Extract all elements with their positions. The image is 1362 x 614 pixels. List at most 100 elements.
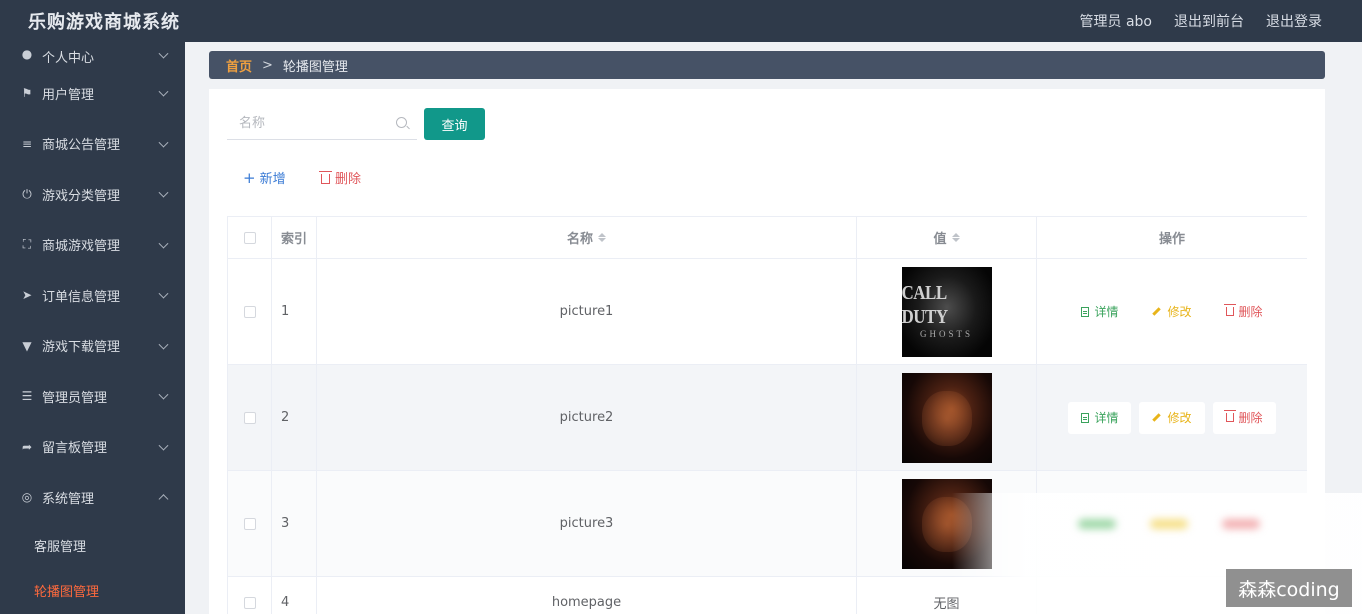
chevron-down-icon: [158, 238, 169, 249]
sidebar-item-label: 系统管理: [42, 491, 95, 507]
sidebar-item-user-management[interactable]: ⚑ 用户管理: [0, 68, 185, 119]
row-checkbox[interactable]: [243, 411, 256, 424]
table-header-row: 索引 名称 值 操作: [227, 217, 1307, 259]
sidebar-subitem-customer-service[interactable]: 客服管理: [0, 523, 185, 568]
query-button[interactable]: 查询: [424, 108, 485, 140]
chevron-down-icon: [158, 86, 169, 97]
row-name: picture1: [317, 259, 857, 364]
sidebar-item-notice-management[interactable]: ≡ 商城公告管理: [0, 119, 185, 170]
microphone-icon: ◎: [21, 490, 33, 505]
chevron-down-icon: [158, 187, 169, 198]
exit-to-front-link[interactable]: 退出到前台: [1174, 11, 1244, 31]
table-row: 2 picture2 详情 修改 删除: [227, 365, 1307, 471]
flag-icon: ⚑: [21, 86, 33, 101]
row-checkbox[interactable]: [243, 517, 256, 530]
detail-label: 详情: [1094, 411, 1119, 425]
chevron-up-icon: [158, 494, 169, 505]
breadcrumb-current: 轮播图管理: [282, 59, 348, 75]
header-index: 索引: [272, 217, 317, 258]
image-logo-subtext: GHOSTS: [919, 328, 973, 339]
trash-icon: [1223, 410, 1236, 422]
search-icon: [396, 117, 407, 128]
search-input[interactable]: [227, 107, 387, 139]
add-button[interactable]: + 新增: [243, 168, 286, 187]
sidebar-item-label: 游戏分类管理: [42, 188, 121, 204]
batch-delete-button[interactable]: 删除: [319, 168, 362, 187]
add-label: 新增: [259, 172, 286, 187]
detail-label: 详情: [1094, 305, 1119, 319]
sidebar-item-label: 商城游戏管理: [42, 239, 121, 255]
sidebar-item-order-management[interactable]: ➤ 订单信息管理: [0, 270, 185, 321]
delete-label: 删除: [1238, 411, 1263, 425]
breadcrumb: 首页 > 轮播图管理: [209, 51, 1325, 79]
pencil-icon: [1152, 307, 1162, 316]
sidebar-item-game-management[interactable]: ⛶ 商城游戏管理: [0, 220, 185, 271]
sidebar-item-admin-management[interactable]: ☰ 管理员管理: [0, 371, 185, 422]
detail-button[interactable]: 详情: [1068, 296, 1131, 328]
header-actions: 管理员 abo 退出到前台 退出登录: [1080, 11, 1362, 31]
chevron-down-icon: [158, 288, 169, 299]
header-actions: 操作: [1158, 232, 1185, 247]
header-value[interactable]: 值: [857, 217, 1037, 258]
sidebar-item-label: 个人中心: [42, 51, 95, 66]
edit-label: 修改: [1167, 411, 1192, 425]
menu-icon: ☰: [21, 389, 33, 404]
sidebar-subitem-carousel[interactable]: 轮播图管理: [0, 568, 185, 613]
pencil-icon: [1152, 413, 1162, 422]
sidebar: ● 个人中心 ⚑ 用户管理 ≡ 商城公告管理 ⏻ 游戏分类管理 ⛶ 商城游戏管理…: [0, 42, 185, 614]
sort-icon: [598, 233, 606, 242]
download-icon: ▼: [22, 338, 32, 353]
row-index: 1: [272, 259, 317, 364]
row-index: 3: [272, 471, 317, 576]
breadcrumb-home-link[interactable]: 首页: [226, 56, 252, 75]
delete-button[interactable]: 删除: [1212, 401, 1276, 434]
row-name: picture3: [317, 471, 857, 576]
table-row: 1 picture1 CALL DUTY GHOSTS 详情 修改 删除: [227, 259, 1307, 365]
blurred-edit-button: [1150, 519, 1188, 529]
sidebar-item-label: 订单信息管理: [42, 289, 121, 305]
chevron-down-icon: [158, 440, 169, 451]
chevron-down-icon: [158, 48, 169, 59]
delete-label: 删除: [335, 172, 362, 187]
fire-artwork-image: [901, 372, 992, 463]
power-icon: ⏻: [22, 186, 32, 201]
select-all-checkbox[interactable]: [243, 231, 256, 244]
row-name: picture2: [317, 365, 857, 470]
breadcrumb-separator: >: [262, 57, 273, 73]
frame-icon: ⛶: [22, 237, 32, 252]
row-index: 2: [272, 365, 317, 470]
row-checkbox[interactable]: [243, 596, 256, 609]
row-name: homepage: [317, 577, 857, 614]
edit-button[interactable]: 修改: [1139, 296, 1204, 328]
blurred-delete-button: [1222, 519, 1260, 529]
trash-icon: [1223, 304, 1236, 316]
chevron-down-icon: [158, 389, 169, 400]
sidebar-item-label: 留言板管理: [42, 441, 108, 457]
edit-button[interactable]: 修改: [1139, 401, 1205, 434]
header-name-label: 名称: [566, 232, 593, 247]
watermark: 森森coding: [1226, 569, 1352, 607]
logout-link[interactable]: 退出登录: [1266, 11, 1322, 31]
sidebar-item-label: 管理员管理: [42, 390, 108, 406]
sidebar-item-label: 商城公告管理: [42, 138, 121, 154]
document-icon: [1081, 412, 1090, 423]
sidebar-item-system-management[interactable]: ◎ 系统管理: [0, 472, 185, 523]
plus-icon: +: [243, 169, 256, 187]
image-logo-text: CALL DUTY: [901, 280, 949, 328]
document-icon: [1081, 306, 1090, 317]
call-of-duty-ghosts-image: CALL DUTY GHOSTS: [901, 266, 992, 357]
header-name[interactable]: 名称: [317, 217, 857, 258]
sidebar-item-personal-center[interactable]: ● 个人中心: [0, 42, 185, 68]
row-checkbox[interactable]: [243, 305, 256, 318]
sidebar-item-category-management[interactable]: ⏻ 游戏分类管理: [0, 169, 185, 220]
search-box: [227, 107, 417, 140]
edit-label: 修改: [1167, 305, 1192, 319]
sidebar-item-message-board[interactable]: ➦ 留言板管理: [0, 422, 185, 473]
blurred-detail-button: [1078, 519, 1116, 529]
sort-icon: [951, 233, 960, 242]
sidebar-item-download-management[interactable]: ▼ 游戏下载管理: [0, 321, 185, 372]
detail-button[interactable]: 详情: [1068, 401, 1132, 434]
trash-icon: [319, 171, 332, 184]
list-icon: ≡: [21, 136, 33, 151]
delete-button[interactable]: 删除: [1213, 296, 1276, 328]
